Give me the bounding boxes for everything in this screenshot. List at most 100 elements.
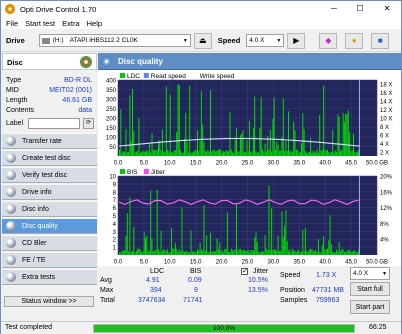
label-input[interactable] — [28, 118, 80, 129]
ldc-bar — [242, 130, 244, 156]
bis-bar — [197, 249, 198, 255]
ldc-bar — [177, 84, 179, 156]
disc-quality-icon — [6, 221, 16, 231]
bis-bar — [338, 242, 340, 255]
ldc-bar — [319, 114, 321, 156]
ldc-bar — [145, 151, 146, 156]
bis-bar — [245, 250, 247, 255]
ldc-bar — [119, 149, 120, 156]
bis-bar — [154, 251, 156, 255]
bis-bar — [211, 252, 213, 255]
y-left-tick: 10 — [109, 175, 116, 181]
ldc-bar — [278, 150, 280, 156]
minimize-button[interactable]: ─ — [323, 1, 345, 17]
bis-bar — [207, 251, 209, 255]
ldc-bar — [138, 118, 140, 156]
max-bis: 9 — [194, 287, 198, 294]
ldc-bar — [195, 150, 197, 156]
x-tick: 35.0 — [293, 161, 305, 167]
drive-select[interactable]: (H:) ATAPI iHBS112 2 CL0K ▼ — [38, 34, 191, 47]
nav-cd-bler[interactable]: CD Bler — [2, 235, 97, 251]
bis-bar — [355, 252, 357, 255]
ldc-bar — [142, 150, 144, 156]
bis-bar — [311, 249, 313, 255]
drive-icon — [41, 37, 50, 44]
nav-create-test-disc[interactable]: Create test disc — [2, 150, 97, 166]
speed-select[interactable]: 4.0 X ▼ — [350, 267, 390, 280]
bis-bar — [182, 250, 184, 255]
bis-bar — [137, 248, 139, 255]
eject-icon[interactable]: ⏏ — [193, 32, 212, 49]
max-jitter: 13.5% — [248, 287, 268, 294]
menu-extra[interactable]: Extra — [62, 19, 80, 28]
bis-bar — [278, 251, 280, 255]
ldc-bar — [168, 151, 170, 156]
y-right-tick: 8 X — [380, 125, 389, 131]
menu-help[interactable]: Help — [87, 19, 102, 28]
bis-bar — [176, 248, 178, 255]
arrow-right-icon[interactable]: ▶ — [287, 32, 306, 49]
nav-drive-info[interactable]: Drive info — [2, 184, 97, 200]
start-part-button[interactable]: Start part — [350, 300, 390, 314]
bis-bar — [297, 250, 299, 255]
start-full-button[interactable]: Start full — [350, 282, 390, 296]
nav-disc-quality[interactable]: Disc quality — [2, 218, 97, 234]
bis-bar — [165, 251, 167, 255]
ldc-bar — [345, 113, 347, 156]
bis-bar — [238, 248, 240, 255]
bis-bar — [277, 235, 279, 255]
status-window-button[interactable]: Status window >> — [4, 296, 94, 307]
bis-bar — [152, 250, 154, 255]
bis-bar — [198, 250, 200, 255]
samples-label: Samples — [280, 297, 308, 304]
bis-bar — [233, 250, 235, 255]
bis-bar — [224, 248, 226, 255]
nav-fe-te[interactable]: FE / TE — [2, 252, 97, 268]
ldc-bar — [226, 151, 228, 156]
y-right-tick: 18 X — [380, 83, 392, 89]
ldc-bar — [349, 132, 351, 156]
speed-select[interactable]: 4.0 X ▼ — [246, 34, 285, 47]
ldc-bar — [317, 152, 319, 156]
nav-verify-test-disc[interactable]: Verify test disc — [2, 167, 97, 183]
save-icon[interactable]: ■ — [371, 32, 390, 49]
ldc-bar — [342, 112, 344, 156]
x-tick: 0.0 — [114, 161, 123, 167]
y-right-tick: 6 X — [380, 133, 389, 139]
bis-bar — [212, 251, 214, 255]
maximize-button[interactable]: ☐ — [349, 1, 371, 17]
chevron-down-icon: ▼ — [182, 38, 188, 44]
progress-bar: 100.0% — [93, 324, 355, 333]
copy-icon[interactable]: ● — [345, 32, 364, 49]
nav-extra-tests[interactable]: Extra tests — [2, 269, 97, 285]
bis-bar — [324, 249, 326, 255]
position-label: Position — [280, 287, 305, 294]
ldc-bar — [229, 112, 231, 156]
erase-icon[interactable]: ◆ — [319, 32, 338, 49]
y-left-tick: 150 — [106, 126, 117, 132]
nav-disc-info[interactable]: Disc info — [2, 201, 97, 217]
bis-bar — [163, 249, 165, 255]
ldc-bar — [207, 149, 209, 156]
menu-file[interactable]: File — [6, 19, 18, 28]
drive-info-icon — [6, 187, 16, 197]
bis-bar — [189, 252, 191, 255]
create-disc-icon — [6, 153, 16, 163]
x-tick: 40.0 — [319, 260, 331, 266]
bis-bar — [304, 227, 306, 255]
legend-swatch — [143, 73, 149, 78]
refresh-icon[interactable]: ⟳ — [83, 118, 94, 129]
nav-transfer-rate[interactable]: Transfer rate — [2, 133, 97, 149]
jitter-checkbox[interactable]: ✓ — [241, 268, 248, 275]
y-right-tick: 12% — [380, 206, 393, 212]
bis-bar — [351, 251, 353, 255]
bis-bar — [124, 250, 126, 255]
menu-start-test[interactable]: Start test — [25, 19, 55, 28]
bis-bar — [199, 242, 201, 255]
nav-label: Disc quality — [22, 222, 58, 230]
ldc-bar — [184, 138, 185, 156]
bis-bar — [191, 251, 193, 255]
ldc-bar — [212, 150, 214, 156]
legend-label: Jitter — [151, 169, 166, 176]
close-button[interactable]: ✕ — [376, 1, 398, 17]
